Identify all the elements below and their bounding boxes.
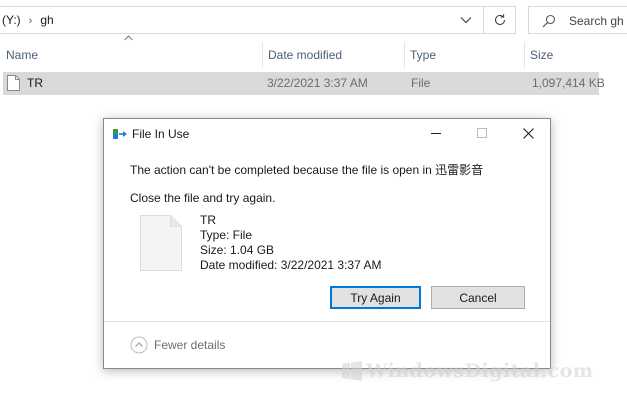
breadcrumb: (Y:) › gh [2,13,54,27]
file-date: 3/22/2021 3:37 AM [267,76,368,90]
windows-logo-icon [342,361,362,381]
file-type: File [411,76,431,90]
file-icon [7,75,20,91]
file-row[interactable]: TR 3/22/2021 3:37 AM File 1,097,414 KB [3,72,605,95]
column-header-name[interactable]: Name [6,42,262,68]
column-header-date[interactable]: Date modified [262,42,404,68]
search-input[interactable]: Search gh [569,14,624,28]
refresh-button[interactable] [483,7,516,33]
dialog-title: File In Use [132,127,190,141]
search-icon [542,14,556,28]
file-name: TR [27,76,43,90]
maximize-button[interactable] [459,119,505,147]
maximize-icon [477,128,487,138]
chevron-right-icon[interactable]: › [29,15,33,27]
minimize-button[interactable] [413,119,459,147]
chevron-down-icon [460,17,472,24]
sort-up-icon [124,35,133,41]
watermark-text: WindowsDigital.com [366,360,594,382]
minimize-icon [431,133,441,134]
close-button[interactable] [505,119,551,147]
dialog-file-type: Type: File [200,228,253,242]
file-in-use-dialog: File In Use The action can't be complete… [103,118,551,369]
breadcrumb-folder[interactable]: gh [40,13,53,27]
breadcrumb-drive[interactable]: (Y:) [2,13,21,27]
refresh-icon [494,14,506,26]
search-box[interactable]: Search gh [528,6,627,34]
close-icon [522,127,534,139]
dialog-instruction: Close the file and try again. [130,191,276,205]
column-header-size[interactable]: Size [524,42,614,68]
fewer-details-toggle[interactable]: Fewer details [130,336,225,354]
file-size: 1,097,414 KB [532,76,605,90]
dialog-file-size: Size: 1.04 GB [200,243,275,257]
column-header-type[interactable]: Type [404,42,522,68]
dialog-file-date: Date modified: 3/22/2021 3:37 AM [200,258,382,272]
address-dropdown-button[interactable] [452,7,480,33]
dialog-message: The action can't be completed because th… [130,163,484,177]
file-icon [140,215,182,271]
dialog-file-name: TR [200,213,216,227]
cancel-button[interactable]: Cancel [431,286,525,309]
address-bar[interactable]: (Y:) › gh [0,6,516,34]
try-again-button[interactable]: Try Again [330,286,421,309]
expand-circle-icon [130,336,148,354]
watermark: WindowsDigital.com [342,360,594,382]
fewer-details-label: Fewer details [154,338,226,352]
app-icon [113,129,127,139]
